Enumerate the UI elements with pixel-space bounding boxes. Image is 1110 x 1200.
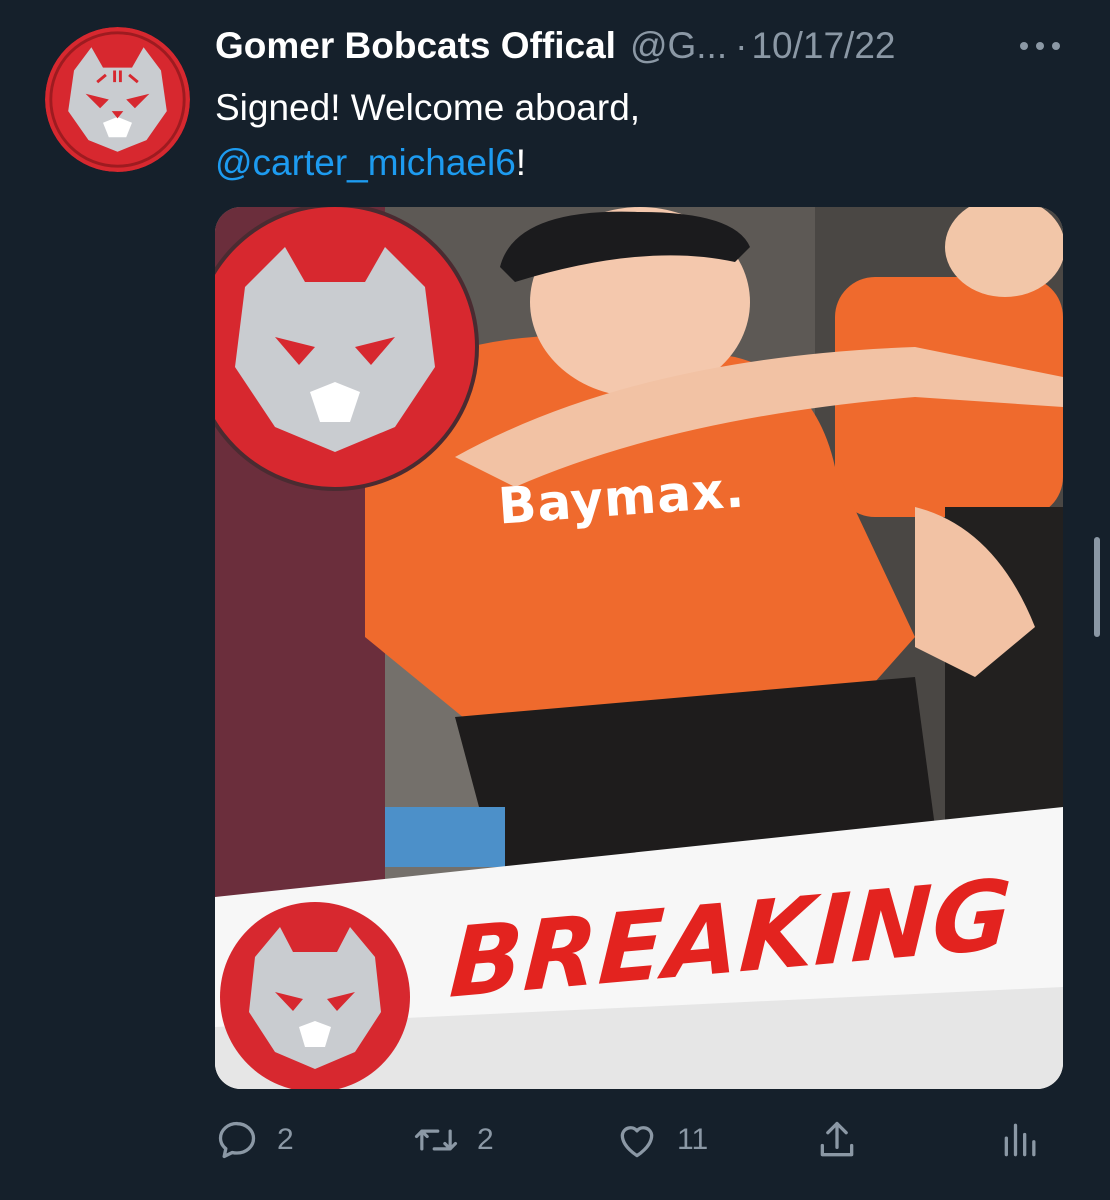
retweet-button[interactable]: 2 (413, 1112, 494, 1168)
reply-icon (218, 1121, 256, 1159)
share-button[interactable] (815, 1112, 859, 1168)
share-icon (820, 1121, 854, 1157)
tweet-date[interactable]: 10/17/22 (751, 25, 895, 67)
retweet-count: 2 (477, 1123, 494, 1156)
retweet-icon (414, 1129, 458, 1151)
more-icon (1020, 42, 1060, 50)
reply-button[interactable]: 2 (215, 1112, 294, 1168)
tweet-header: Gomer Bobcats Offical @G... · 10/17/22 (215, 22, 895, 70)
analytics-button[interactable] (999, 1112, 1043, 1168)
heart-icon (620, 1126, 654, 1158)
like-button[interactable]: 11 (615, 1112, 708, 1168)
bobcat-logo-icon (45, 27, 190, 172)
tweet-text-line: @carter_michael6! (215, 135, 640, 190)
tweet-text-tail: ! (515, 142, 527, 183)
analytics-icon (1004, 1123, 1036, 1157)
reply-count: 2 (277, 1123, 294, 1156)
separator-dot: · (735, 25, 748, 66)
scrollbar[interactable] (1094, 537, 1100, 637)
more-button[interactable] (1010, 26, 1070, 66)
tweet: Gomer Bobcats Offical @G... · 10/17/22 S… (0, 0, 1110, 1200)
like-count: 11 (677, 1123, 709, 1156)
avatar[interactable] (45, 27, 190, 172)
action-bar: 2 2 11 (215, 1112, 1063, 1168)
mention-link[interactable]: @carter_michael6 (215, 142, 516, 183)
display-name[interactable]: Gomer Bobcats Offical (215, 25, 616, 67)
tweet-text-line: Signed! Welcome aboard, (215, 87, 641, 128)
tweet-media[interactable]: Baymax. BREAKING (215, 207, 1063, 1089)
user-handle[interactable]: @G... (630, 25, 727, 67)
tweet-text: Signed! Welcome aboard, @carter_michael6… (215, 80, 640, 190)
